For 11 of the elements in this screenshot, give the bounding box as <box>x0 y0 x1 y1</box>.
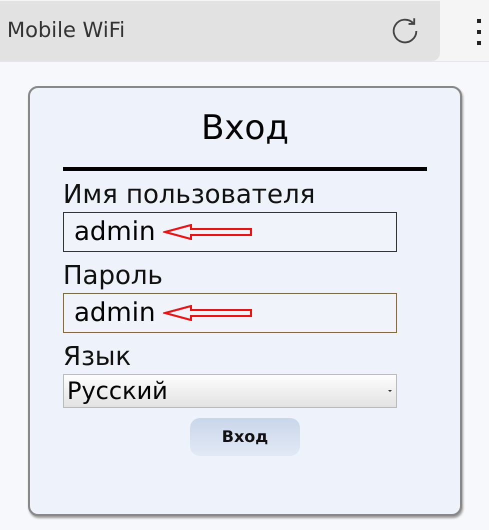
dropdown-icon <box>388 389 392 393</box>
field-label: Пароль <box>63 260 164 293</box>
page-title: Mobile WiFi <box>7 16 126 44</box>
field-label: Имя пользователя <box>63 179 316 212</box>
login-heading: Вход <box>201 107 289 150</box>
address-bar[interactable]: Mobile WiFi <box>0 0 440 60</box>
text-field[interactable]: admin <box>63 293 397 333</box>
login-button[interactable]: Вход <box>190 418 300 456</box>
field-label: Язык <box>63 341 132 374</box>
text-field[interactable]: admin <box>63 212 397 252</box>
language-select[interactable]: Русский <box>63 374 397 408</box>
